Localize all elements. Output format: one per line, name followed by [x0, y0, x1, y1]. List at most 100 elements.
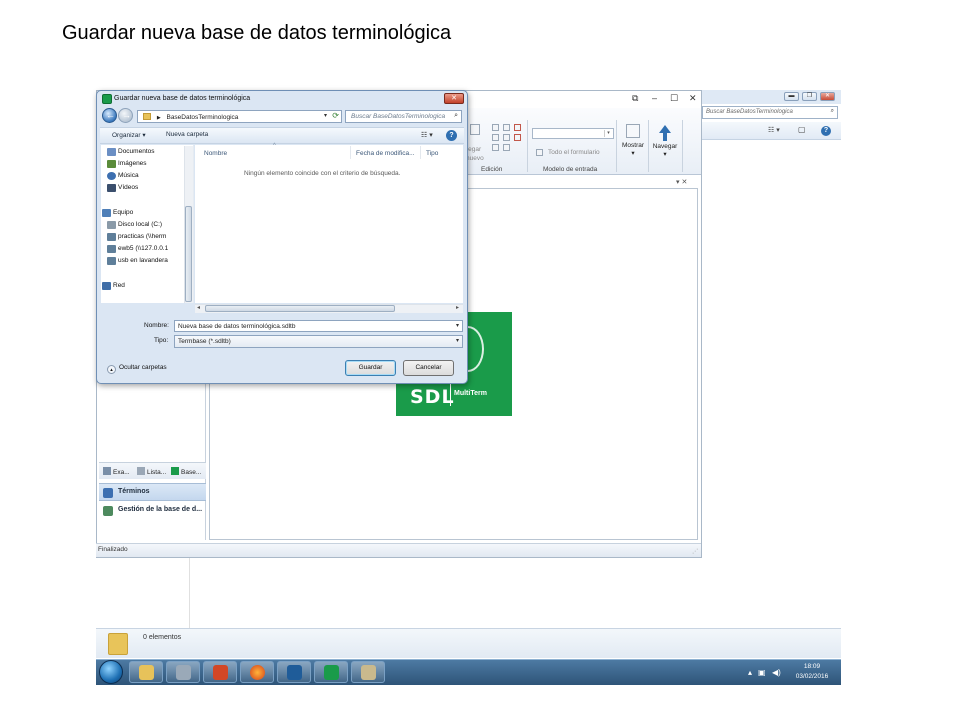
maximize-button[interactable]: ❐ — [802, 92, 817, 101]
close-icon[interactable]: ✕ — [689, 93, 697, 104]
nav-termbase-management-button[interactable]: Gestión de la base de d... — [99, 502, 206, 520]
tray-clock[interactable]: 18:09 03/02/2016 — [794, 662, 830, 682]
tree-item-music[interactable]: Música — [118, 172, 184, 179]
taskbar-studio-button[interactable] — [277, 661, 311, 683]
column-header-name[interactable]: Nombre — [204, 150, 227, 157]
tree-item-label: ewb5 (\\127.0.0.1 — [118, 245, 169, 252]
taskbar-powerpoint-button[interactable] — [203, 661, 237, 683]
print-icon[interactable] — [492, 144, 499, 151]
chevron-down-icon[interactable]: ▾ — [324, 112, 327, 119]
arrow-up-icon — [650, 125, 680, 141]
tree-item-label: Disco local (C:) — [118, 221, 163, 228]
tree-item-network[interactable]: Red — [113, 282, 179, 289]
copy-icon[interactable] — [492, 124, 499, 131]
multiterm-statusbar — [96, 543, 701, 557]
file-name-input[interactable]: Nueva base de datos terminológica.sdltb … — [174, 320, 463, 332]
tab-explore[interactable]: Exa... — [103, 467, 130, 476]
organize-button[interactable]: Organizar ▾ — [112, 131, 146, 139]
pane-controls-icon[interactable]: ▾ ✕ — [676, 178, 687, 186]
minimize-icon[interactable]: – — [652, 93, 657, 103]
tree-item-videos[interactable]: Vídeos — [118, 184, 184, 191]
edit-icon[interactable] — [492, 134, 499, 141]
dialog-search-input[interactable]: Buscar BaseDatosTerminologica ⌕ — [345, 110, 462, 123]
logo-divider — [450, 384, 451, 406]
scroll-left-icon[interactable]: ◂ — [197, 304, 200, 311]
add-entry-icon[interactable] — [470, 124, 480, 135]
refresh-icon[interactable]: ⟳ — [332, 111, 339, 120]
chevron-down-icon: ▾ — [455, 338, 459, 344]
tree-scrollbar-thumb[interactable] — [185, 206, 192, 302]
taskbar-multiterm-button[interactable] — [314, 661, 348, 683]
input-model-group-label: Modelo de entrada — [543, 166, 598, 173]
clock-date: 03/02/2016 — [795, 673, 829, 680]
navigate-button[interactable]: Navegar ▾ — [650, 122, 680, 172]
taskbar-app-button[interactable] — [166, 661, 200, 683]
tab-list[interactable]: Lista... — [137, 467, 166, 476]
resize-grip-icon[interactable]: ⋰ — [692, 548, 698, 555]
maximize-icon[interactable]: ☐ — [670, 93, 678, 104]
start-button[interactable] — [99, 660, 123, 684]
taskbar-explorer-button[interactable] — [129, 661, 163, 683]
tab-termbase[interactable]: Base... — [171, 467, 201, 476]
slide-title: Guardar nueva base de datos terminológic… — [62, 22, 452, 44]
cancel-button[interactable]: Cancelar — [403, 360, 454, 376]
column-separator[interactable] — [350, 146, 351, 159]
nav-tabs: Exa... Lista... Base... — [99, 462, 206, 479]
new-folder-button[interactable]: Nueva carpeta — [166, 131, 208, 138]
show-button[interactable]: Mostrar ▾ — [618, 122, 648, 172]
column-header-date[interactable]: Fecha de modifica... — [356, 150, 415, 157]
dialog-close-button[interactable]: ✕ — [444, 93, 464, 104]
chevron-down-icon[interactable]: ▾ — [456, 322, 459, 329]
address-bar[interactable]: ▶ BaseDatosTerminologica ▾ ⟳ — [137, 110, 342, 123]
forward-button[interactable]: → — [118, 108, 133, 123]
duplicate-icon[interactable] — [503, 144, 510, 151]
preview-pane-icon[interactable]: ▢ — [798, 125, 806, 134]
volume-icon[interactable]: ◀) — [772, 668, 781, 677]
form-label[interactable]: Todo el formulario — [548, 149, 600, 156]
paint-icon — [361, 665, 376, 680]
explorer-search-placeholder: Buscar BaseDatosTerminologica — [706, 109, 793, 115]
column-separator[interactable] — [420, 146, 421, 159]
view-options-icon[interactable]: ☷ ▾ — [768, 126, 780, 134]
help-icon[interactable]: ? — [821, 126, 831, 136]
terms-icon — [103, 488, 113, 498]
tree-item-computer[interactable]: Equipo — [113, 209, 179, 216]
computer-icon — [102, 209, 111, 217]
tree-item-label: Equipo — [113, 209, 134, 216]
multiterm-titlebar — [468, 91, 701, 107]
scroll-right-icon[interactable]: ▸ — [456, 304, 459, 311]
column-header-type[interactable]: Tipo — [426, 150, 438, 157]
paste-icon[interactable] — [503, 124, 510, 131]
horizontal-scrollbar-thumb[interactable] — [205, 305, 395, 312]
tray-arrow-icon[interactable]: ▴ — [748, 668, 752, 677]
nav-terms-button[interactable]: Términos — [99, 483, 206, 501]
tree-item-documents[interactable]: Documentos — [118, 148, 184, 155]
network-tray-icon[interactable]: ▣ — [758, 668, 766, 677]
tree-item-practicas[interactable]: practicas (\\herm — [118, 233, 184, 240]
save-button[interactable]: Guardar — [345, 360, 396, 376]
taskbar-firefox-button[interactable] — [240, 661, 274, 683]
minimize-button[interactable]: ▬ — [784, 92, 799, 101]
input-model-combo[interactable]: ▾ — [532, 128, 614, 139]
taskbar-paint-button[interactable] — [351, 661, 385, 683]
hide-folders-toggle[interactable]: ▴ Ocultar carpetas — [107, 364, 167, 374]
tree-item-usb[interactable]: usb en lavandera — [118, 257, 184, 264]
back-button[interactable]: ← — [102, 108, 117, 123]
file-type-select[interactable]: Termbase (*.sdltb) ▾ — [174, 335, 463, 348]
delete-icon[interactable] — [514, 124, 521, 131]
explorer-search-input[interactable]: Buscar BaseDatosTerminologica ⌕ — [702, 106, 838, 119]
change-view-icon[interactable]: ☷ ▾ — [421, 131, 433, 139]
tree-item-ewb5[interactable]: ewb5 (\\127.0.0.1 — [118, 245, 184, 252]
restore-icon[interactable]: ⧉ — [632, 93, 638, 104]
close-button[interactable]: ✕ — [820, 92, 835, 101]
remove-icon[interactable] — [514, 134, 521, 141]
refresh-icon[interactable] — [503, 134, 510, 141]
nav-termbase-management-label: Gestión de la base de d... — [118, 506, 203, 513]
help-icon[interactable]: ? — [446, 130, 457, 141]
multiterm-icon — [324, 665, 339, 680]
tree-item-pictures[interactable]: Imágenes — [118, 160, 184, 167]
documents-icon — [107, 148, 116, 156]
tree-item-local-disk[interactable]: Disco local (C:) — [118, 221, 184, 228]
edit-icons — [492, 124, 523, 151]
file-list[interactable] — [195, 145, 463, 303]
